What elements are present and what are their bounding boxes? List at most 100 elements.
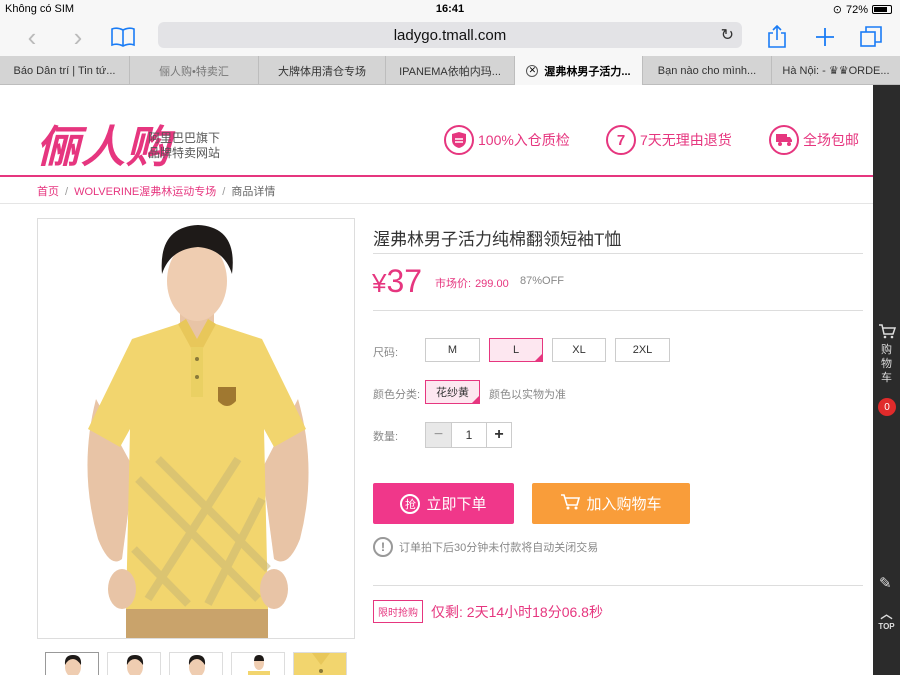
- size-option-2xl[interactable]: 2XL: [615, 338, 670, 362]
- divider: [373, 585, 863, 586]
- breadcrumb-sep: /: [222, 186, 226, 198]
- back-icon[interactable]: ‹: [20, 22, 44, 52]
- size-label: 尺码:: [373, 347, 399, 359]
- back-to-top-button[interactable]: ︿ TOP: [875, 605, 898, 631]
- bookmarks-icon[interactable]: [108, 22, 138, 52]
- product-main-image[interactable]: [37, 218, 355, 639]
- price-value: 37: [386, 263, 423, 299]
- slogan-line-2: 品牌特卖网站: [148, 146, 221, 160]
- flash-sale-tag: 限时抢购: [373, 600, 423, 623]
- promo-label: 全场包邮: [803, 132, 859, 148]
- truck-icon: [769, 125, 799, 155]
- forward-icon[interactable]: ›: [66, 22, 90, 52]
- currency-symbol: ¥: [372, 268, 387, 298]
- thumbnail[interactable]: [169, 652, 223, 675]
- browser-toolbar: ‹ › ladygo.tmall.com ↻: [0, 18, 900, 56]
- header-divider: [0, 175, 873, 177]
- tab-2[interactable]: 大牌体用清仓专场: [259, 56, 386, 85]
- chevron-up-icon: ︿: [880, 607, 893, 621]
- divider: [373, 310, 863, 311]
- thumbnail-strip: [45, 652, 347, 675]
- color-note: 颜色以实物为准: [489, 389, 566, 401]
- tab-5[interactable]: Bạn nào cho mình...: [643, 56, 772, 85]
- tab-4-active[interactable]: ✕ 渥弗林男子活力...: [515, 56, 643, 85]
- promo-shipping: 全场包邮: [769, 125, 859, 155]
- size-option-l[interactable]: L: [489, 338, 543, 362]
- size-option-xl[interactable]: XL: [552, 338, 606, 362]
- product-title: 渥弗林男子活力纯棉翻领短袖T恤: [373, 230, 622, 249]
- rotation-lock-icon: ⊙: [832, 4, 842, 16]
- quantity-input[interactable]: 1: [452, 422, 486, 448]
- buy-now-button[interactable]: 抢 立即下单: [373, 483, 514, 524]
- status-bar: Không có SIM 16:41 ⊙ 72%: [0, 0, 900, 18]
- address-bar[interactable]: ladygo.tmall.com ↻: [158, 22, 742, 48]
- increment-button[interactable]: +: [486, 422, 512, 448]
- tab-strip: Báo Dân trí | Tin tứ... 俪人购•特卖汇 大牌体用清仓专场…: [0, 56, 900, 85]
- quantity-label: 数量:: [373, 431, 399, 443]
- sidebar-cart[interactable]: 购物车: [873, 323, 900, 385]
- breadcrumb-current: 商品详情: [231, 186, 276, 198]
- discount-badge: 87%OFF: [520, 275, 565, 287]
- seven-days-icon: 7: [606, 125, 636, 155]
- sidebar-cart-label: 购物车: [881, 344, 892, 384]
- battery-icon: [872, 5, 892, 14]
- thumbnail[interactable]: [45, 652, 99, 675]
- pencil-icon[interactable]: ✎: [879, 574, 892, 592]
- cart-icon: [873, 323, 900, 341]
- close-tab-icon[interactable]: ✕: [526, 64, 539, 77]
- back-to-top-label: TOP: [878, 622, 895, 631]
- buy-now-label: 立即下单: [426, 496, 487, 513]
- clock: 16:41: [435, 3, 465, 15]
- tab-label: 俪人购•特卖汇: [159, 65, 229, 78]
- tab-label: 大牌体用清仓专场: [278, 65, 366, 78]
- url-text: ladygo.tmall.com: [393, 26, 507, 44]
- color-label: 颜色分类:: [373, 389, 421, 401]
- order-notice: ! 订单拍下后30分钟未付款将自动关闭交易: [373, 537, 598, 557]
- add-to-cart-label: 加入购物车: [586, 496, 662, 513]
- breadcrumb-home[interactable]: 首页: [37, 186, 59, 198]
- tab-0[interactable]: Báo Dân trí | Tin tứ...: [0, 56, 130, 85]
- promo-quality: 100%入仓质检: [444, 125, 570, 155]
- thumbnail[interactable]: [293, 652, 347, 675]
- size-option-m[interactable]: M: [425, 338, 480, 362]
- tab-label: 渥弗林男子活力...: [544, 65, 631, 78]
- divider: [373, 253, 863, 254]
- breadcrumb-sep: /: [65, 186, 69, 198]
- cart-icon: [560, 493, 581, 515]
- tab-3[interactable]: IPANEMA依帕内玛...: [386, 56, 515, 85]
- site-slogan: 阿里巴巴旗下 品牌特卖网站: [148, 131, 220, 161]
- warning-icon: !: [373, 537, 393, 557]
- tab-label: Báo Dân trí | Tin tứ...: [13, 64, 116, 77]
- thumbnail[interactable]: [231, 652, 285, 675]
- countdown-text: 仅剩: 2天14小时18分06.8秒: [431, 603, 603, 620]
- flash-sale: 限时抢购 仅剩: 2天14小时18分06.8秒: [373, 600, 603, 623]
- screen: Không có SIM 16:41 ⊙ 72% ‹ › ladygo.tmal…: [0, 0, 900, 675]
- thumbnail[interactable]: [107, 652, 161, 675]
- tab-6[interactable]: Hà Nội: - ♛♛ORDE...: [772, 56, 900, 85]
- breadcrumb: 首页 / WOLVERINE渥弗林运动专场 / 商品详情: [37, 183, 275, 199]
- tab-1[interactable]: 俪人购•特卖汇: [130, 56, 259, 85]
- color-option[interactable]: 花纱黄: [425, 380, 480, 404]
- new-tab-icon[interactable]: [812, 22, 838, 52]
- promo-return: 7 7天无理由退货: [606, 125, 732, 155]
- promo-label: 7天无理由退货: [640, 132, 732, 148]
- reload-icon[interactable]: ↻: [721, 25, 734, 45]
- decrement-button[interactable]: −: [425, 422, 452, 448]
- shield-icon: [444, 125, 474, 155]
- add-to-cart-button[interactable]: 加入购物车: [532, 483, 690, 524]
- market-price-label: 市场价:: [435, 278, 472, 290]
- buy-icon: 抢: [400, 493, 421, 514]
- notice-text: 订单拍下后30分钟未付款将自动关闭交易: [399, 542, 599, 554]
- page-content: 俪人购 阿里巴巴旗下 品牌特卖网站 100%入仓质检 7 7天无理由退货 全场包…: [0, 85, 873, 675]
- battery-percent: 72%: [845, 3, 868, 16]
- share-icon[interactable]: [764, 22, 790, 52]
- tab-label: Hà Nội: - ♛♛ORDE...: [782, 65, 890, 77]
- tab-label: Bạn nào cho mình...: [657, 64, 757, 77]
- slogan-line-1: 阿里巴巴旗下: [148, 131, 221, 145]
- quantity-stepper: − 1 +: [425, 422, 512, 448]
- breadcrumb-category[interactable]: WOLVERINE渥弗林运动专场: [74, 186, 216, 198]
- right-toolbar: 购物车 0 ✎ ︿ TOP: [873, 85, 900, 675]
- tab-label: IPANEMA依帕内玛...: [399, 65, 501, 78]
- tabs-overview-icon[interactable]: [858, 22, 884, 52]
- breadcrumb-divider: [0, 203, 873, 204]
